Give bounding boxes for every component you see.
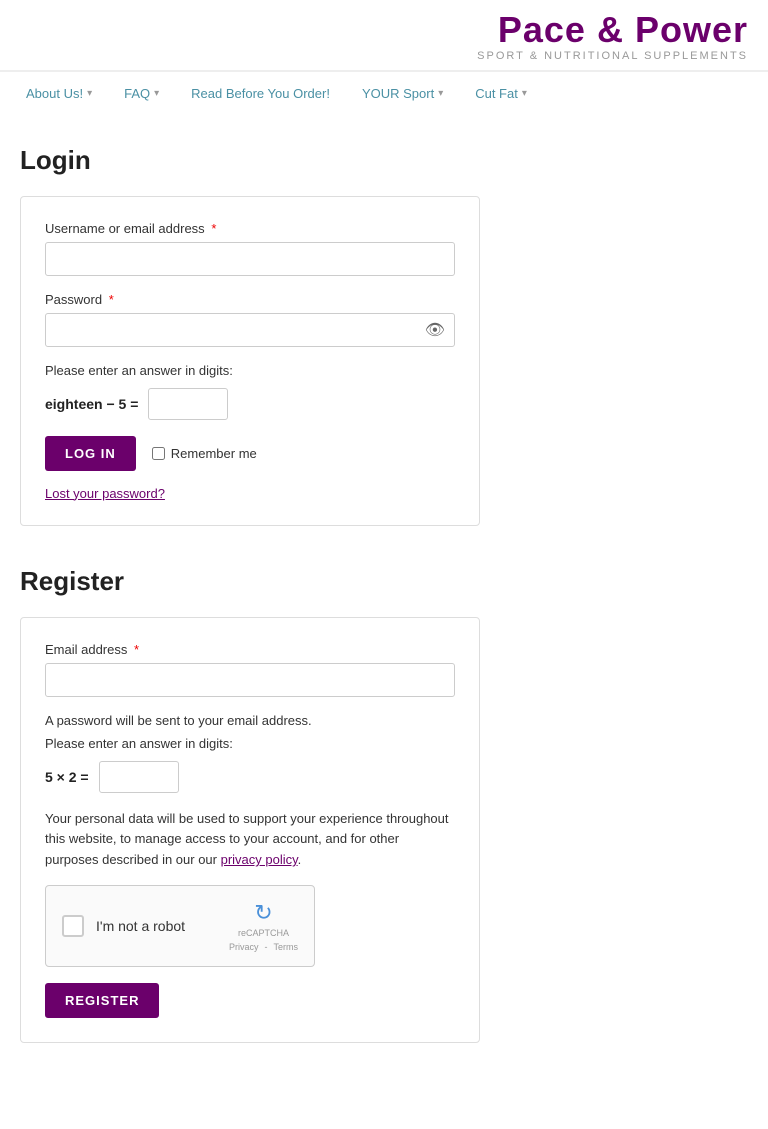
privacy-notice: Your personal data will be used to suppo… bbox=[45, 809, 455, 871]
login-form-box: Username or email address * Password * 👁… bbox=[20, 196, 480, 526]
register-title: Register bbox=[20, 566, 748, 597]
remember-me-checkbox[interactable] bbox=[152, 447, 165, 460]
captcha-question: eighteen − 5 = bbox=[45, 396, 138, 412]
recaptcha-box[interactable]: I'm not a robot ↻ reCAPTCHA Privacy - Te… bbox=[45, 885, 315, 967]
nav-cut-fat[interactable]: Cut Fat ▾ bbox=[459, 72, 543, 115]
captcha-answer-input[interactable] bbox=[99, 761, 179, 793]
chevron-down-icon: ▾ bbox=[438, 88, 443, 99]
required-indicator: * bbox=[211, 221, 216, 236]
privacy-policy-link[interactable]: privacy policy bbox=[221, 852, 298, 867]
required-indicator: * bbox=[109, 292, 114, 307]
password-label: Password * bbox=[45, 292, 455, 307]
nav-faq[interactable]: FAQ ▾ bbox=[108, 72, 175, 115]
nav-about[interactable]: About Us! ▾ bbox=[10, 72, 108, 115]
chevron-down-icon: ▾ bbox=[522, 88, 527, 99]
recaptcha-checkbox[interactable] bbox=[62, 915, 84, 937]
register-button[interactable]: REGISTER bbox=[45, 983, 159, 1018]
login-captcha-row: eighteen − 5 = bbox=[45, 388, 455, 420]
register-captcha-row: 5 × 2 = bbox=[45, 761, 455, 793]
recaptcha-checkbox-area: I'm not a robot bbox=[62, 915, 185, 937]
email-input[interactable] bbox=[45, 663, 455, 697]
login-title: Login bbox=[20, 145, 748, 176]
main-content: Login Username or email address * Passwo… bbox=[0, 115, 768, 1113]
captcha-instruction: Please enter an answer in digits: bbox=[45, 363, 455, 378]
password-wrapper: 👁 bbox=[45, 313, 455, 347]
main-nav: About Us! ▾ FAQ ▾ Read Before You Order!… bbox=[0, 71, 768, 115]
email-label: Email address * bbox=[45, 642, 455, 657]
site-header: Pace & Power SPORT & NUTRITIONAL SUPPLEM… bbox=[0, 0, 768, 71]
captcha-instruction: Please enter an answer in digits: bbox=[45, 736, 455, 751]
required-indicator: * bbox=[134, 642, 139, 657]
not-robot-label: I'm not a robot bbox=[96, 918, 185, 934]
captcha-answer-input[interactable] bbox=[148, 388, 228, 420]
login-button[interactable]: LOG IN bbox=[45, 436, 136, 471]
captcha-question: 5 × 2 = bbox=[45, 769, 89, 785]
chevron-down-icon: ▾ bbox=[154, 88, 159, 99]
username-input[interactable] bbox=[45, 242, 455, 276]
username-label: Username or email address * bbox=[45, 221, 455, 236]
site-title: Pace & Power bbox=[20, 10, 748, 50]
login-actions: LOG IN Remember me bbox=[45, 436, 455, 471]
nav-read-before[interactable]: Read Before You Order! bbox=[175, 72, 346, 115]
site-subtitle: SPORT & NUTRITIONAL SUPPLEMENTS bbox=[20, 50, 748, 62]
recaptcha-links: Privacy - Terms bbox=[229, 942, 298, 952]
remember-me-label[interactable]: Remember me bbox=[152, 446, 257, 461]
lost-password-link[interactable]: Lost your password? bbox=[45, 486, 165, 501]
register-form-box: Email address * A password will be sent … bbox=[20, 617, 480, 1043]
password-input[interactable] bbox=[45, 313, 455, 347]
recaptcha-inner: I'm not a robot ↻ reCAPTCHA Privacy - Te… bbox=[62, 900, 298, 952]
chevron-down-icon: ▾ bbox=[87, 88, 92, 99]
recaptcha-logo: ↻ reCAPTCHA Privacy - Terms bbox=[229, 900, 298, 952]
recaptcha-icon: ↻ bbox=[254, 900, 272, 926]
nav-your-sport[interactable]: YOUR Sport ▾ bbox=[346, 72, 459, 115]
toggle-password-icon[interactable]: 👁 bbox=[425, 320, 445, 340]
password-info: A password will be sent to your email ad… bbox=[45, 713, 455, 728]
